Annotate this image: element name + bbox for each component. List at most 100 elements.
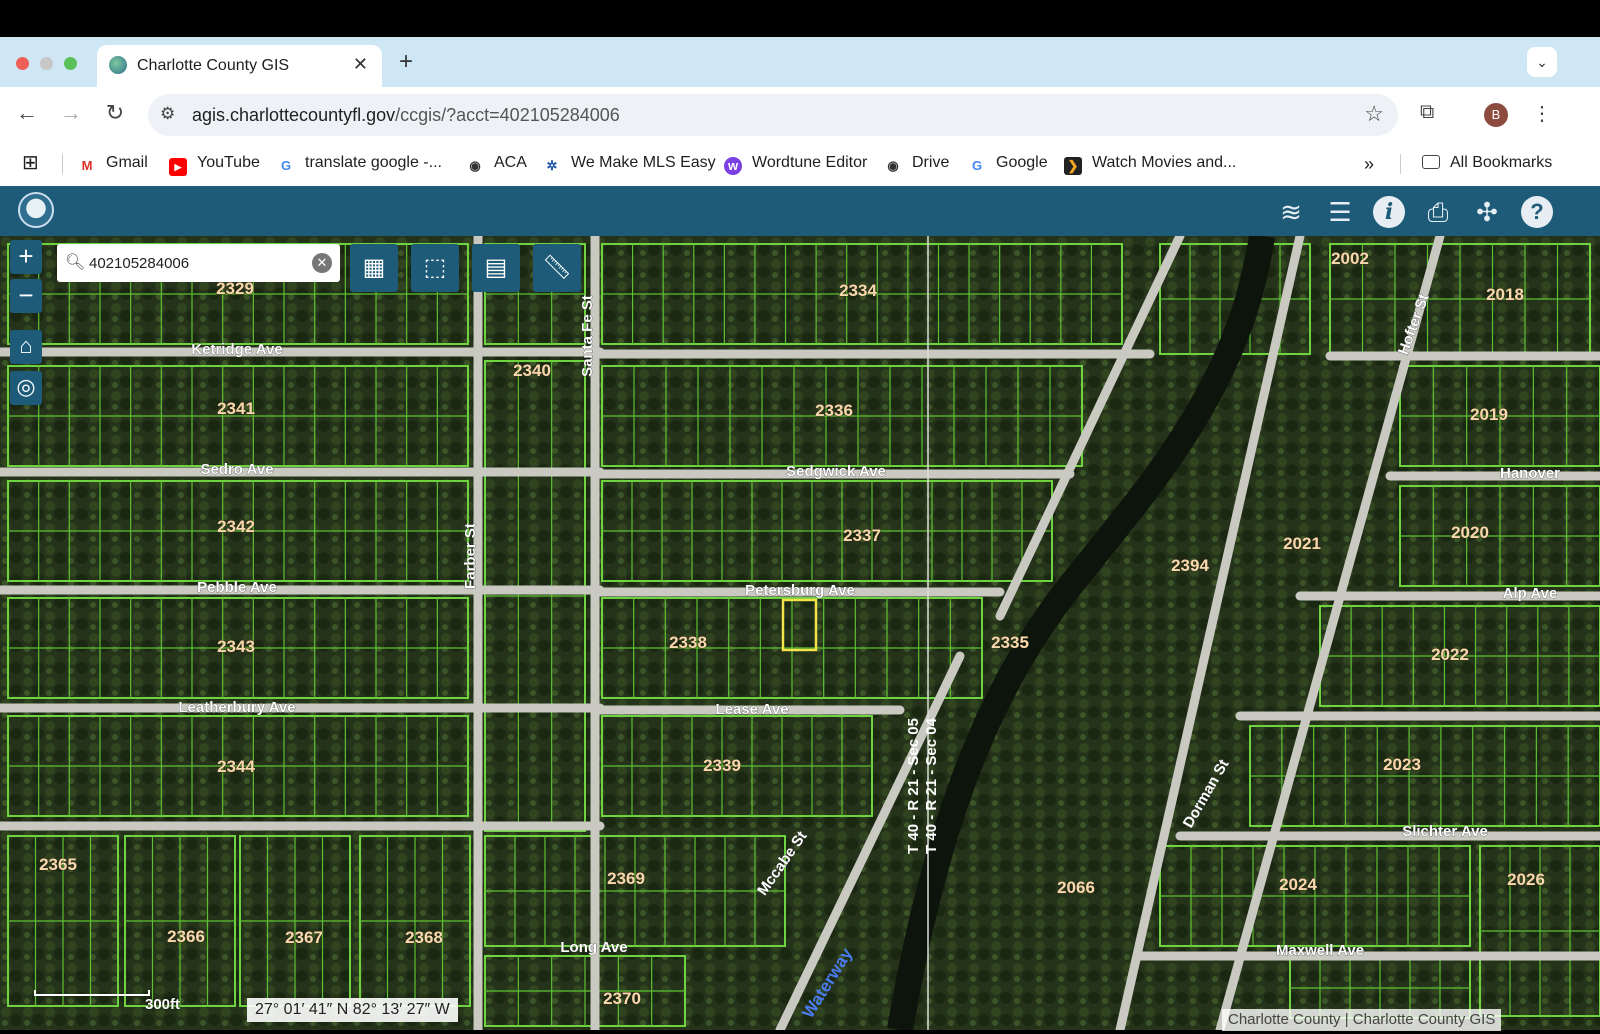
forward-button[interactable]: → (56, 100, 86, 126)
scale-label: 300ft (145, 996, 181, 1013)
bookmark-we-make-mls-easy[interactable]: ✲ We Make MLS Easy (543, 154, 716, 175)
bookmark-translate-google[interactable]: Gtranslate google -... (277, 154, 442, 175)
locate-me-icon[interactable]: ◎ (10, 371, 42, 405)
bookmark-separator (62, 154, 63, 174)
section-label: T 40 - R 21 - Sec 05 (905, 718, 922, 854)
block-number-label: 2365 (39, 855, 77, 874)
bookmark-star-icon[interactable]: ☆ (1364, 101, 1384, 127)
street-label: Petersburg Ave (745, 582, 855, 599)
block-number-label: 2022 (1431, 645, 1469, 664)
all-bookmarks-folder[interactable]: All Bookmarks (1422, 154, 1552, 172)
block-number-label: 2026 (1507, 870, 1545, 889)
bookmark-watch-movies[interactable]: ❯ Watch Movies and... (1064, 154, 1236, 175)
bookmark-drive[interactable]: ◉ Drive (884, 154, 949, 175)
parcel-search-box[interactable]: 🔍︎ ✕ (57, 244, 340, 282)
block-number-label: 2338 (669, 633, 707, 652)
block-number-label: 2335 (991, 633, 1029, 652)
bookmark-aca[interactable]: ◉ ACA (466, 154, 527, 175)
url-host: agis.charlottecountyfl.gov (192, 105, 396, 125)
home-extent-icon[interactable]: ⌂ (10, 330, 42, 364)
bookmark-separator (1400, 154, 1401, 174)
new-tab-button[interactable]: + (394, 48, 418, 76)
bookmark-label: Drive (912, 154, 950, 171)
more-bookmarks-chevron-icon[interactable]: » (1364, 154, 1374, 175)
bookmark-google[interactable]: G Google (968, 154, 1048, 175)
street-label: Long Ave (560, 939, 627, 956)
scale-bar (34, 990, 150, 996)
bookmark-label: We Make MLS Easy (571, 154, 716, 171)
extensions-puzzle-icon[interactable]: ⧉ (1420, 101, 1434, 124)
basemap-gallery-icon[interactable]: ✣ (1471, 196, 1503, 228)
tab-charlotte-county-gis[interactable]: Charlotte County GIS ✕ (97, 45, 382, 87)
block-number-label: 2342 (217, 517, 255, 536)
search-input[interactable] (89, 250, 299, 276)
tab-title: Charlotte County GIS (137, 57, 290, 74)
zoom-in-button[interactable]: + (10, 240, 42, 274)
gear-icon: ✲ (546, 158, 558, 173)
gis-app-header (0, 186, 1600, 236)
block-number-label: 2020 (1451, 523, 1489, 542)
street-label: Pebble Ave (197, 579, 277, 596)
measure-ruler-tool-icon[interactable]: 📏︎ (533, 244, 581, 292)
bookmark-label: Wordtune Editor (752, 154, 868, 171)
bookmark-label: ACA (494, 154, 527, 171)
block-number-label: 2368 (405, 928, 443, 947)
block-number-label: 2336 (815, 401, 853, 420)
block-number-label: 2341 (217, 399, 255, 418)
info-icon[interactable]: i (1373, 196, 1405, 228)
help-icon[interactable]: ? (1521, 196, 1553, 228)
select-box-tool-icon[interactable]: ⬚ (411, 244, 459, 292)
block-number-label: 2337 (843, 526, 881, 545)
block-number-label: 2002 (1331, 249, 1369, 268)
print-icon[interactable]: ⎙ (1422, 196, 1454, 228)
report-tool-icon[interactable]: ▤ (472, 244, 520, 292)
block-number-label: 2344 (217, 757, 255, 776)
block-number-label: 2018 (1486, 285, 1524, 304)
clear-search-icon[interactable]: ✕ (312, 253, 332, 273)
maximize-window-button[interactable] (64, 57, 77, 70)
street-label: Lease Ave (715, 701, 788, 718)
map-canvas[interactable]: Ketridge Ave Sedro Ave Pebble Ave Leatherbu… (0, 236, 1600, 1030)
block-number-label: 2369 (607, 869, 645, 888)
bookmark-label: Watch Movies and... (1092, 154, 1237, 171)
block-number-label: 2366 (167, 927, 205, 946)
bookmark-youtube[interactable]: ▶ YouTube (169, 154, 260, 176)
site-settings-icon[interactable]: ⚙ (160, 104, 175, 124)
charlotte-county-logo (18, 192, 54, 228)
minimize-window-button[interactable] (40, 57, 53, 70)
youtube-icon: ▶ (169, 158, 187, 176)
url-text[interactable]: agis.charlottecountyfl.gov/ccgis/?acct=4… (192, 105, 620, 126)
street-label: Farber St (462, 523, 479, 589)
tab-search-button[interactable]: ⌄ (1527, 47, 1557, 77)
grid-view-tool-icon[interactable]: ▦ (350, 244, 398, 292)
close-window-button[interactable] (16, 57, 29, 70)
block-number-label: 2394 (1171, 556, 1209, 575)
zoom-out-button[interactable]: − (10, 279, 42, 313)
block-number-label: 2024 (1279, 875, 1317, 894)
back-button[interactable]: ← (12, 100, 42, 126)
map-view[interactable]: Ketridge Ave Sedro Ave Pebble Ave Leatherbu… (0, 236, 1600, 1030)
block-number-label: 2339 (703, 756, 741, 775)
close-tab-icon[interactable]: ✕ (353, 54, 368, 75)
reload-button[interactable]: ↻ (100, 100, 130, 126)
layers-icon[interactable]: ≋ (1275, 196, 1307, 228)
browser-menu-icon[interactable]: ⋮ (1532, 101, 1552, 126)
block-number-label: 2021 (1283, 534, 1321, 553)
block-number-label: 2066 (1057, 878, 1095, 897)
wordtune-icon: w (724, 157, 742, 175)
globe-icon: ◉ (887, 158, 899, 173)
map-attribution[interactable]: Charlotte County | Charlotte County GIS (1222, 1009, 1502, 1031)
block-number-label: 2334 (839, 281, 877, 300)
gmail-icon: M (81, 158, 93, 173)
bookmark-wordtune-editor[interactable]: w Wordtune Editor (724, 154, 867, 175)
bookmark-label: Google (996, 154, 1048, 171)
address-bar[interactable]: ⚙ agis.charlottecountyfl.gov/ccgis/?acct… (148, 94, 1398, 136)
legend-list-icon[interactable]: ☰ (1324, 196, 1356, 228)
google-icon: G (280, 158, 292, 173)
movie-icon: ❯ (1064, 157, 1082, 175)
profile-avatar[interactable]: B (1484, 103, 1508, 127)
street-label: Maxwell Ave (1276, 942, 1364, 959)
url-path: /ccgis/?acct=402105284006 (395, 105, 620, 125)
apps-grid-icon[interactable]: ⊞ (22, 150, 39, 175)
bookmark-gmail[interactable]: M Gmail (78, 154, 148, 175)
